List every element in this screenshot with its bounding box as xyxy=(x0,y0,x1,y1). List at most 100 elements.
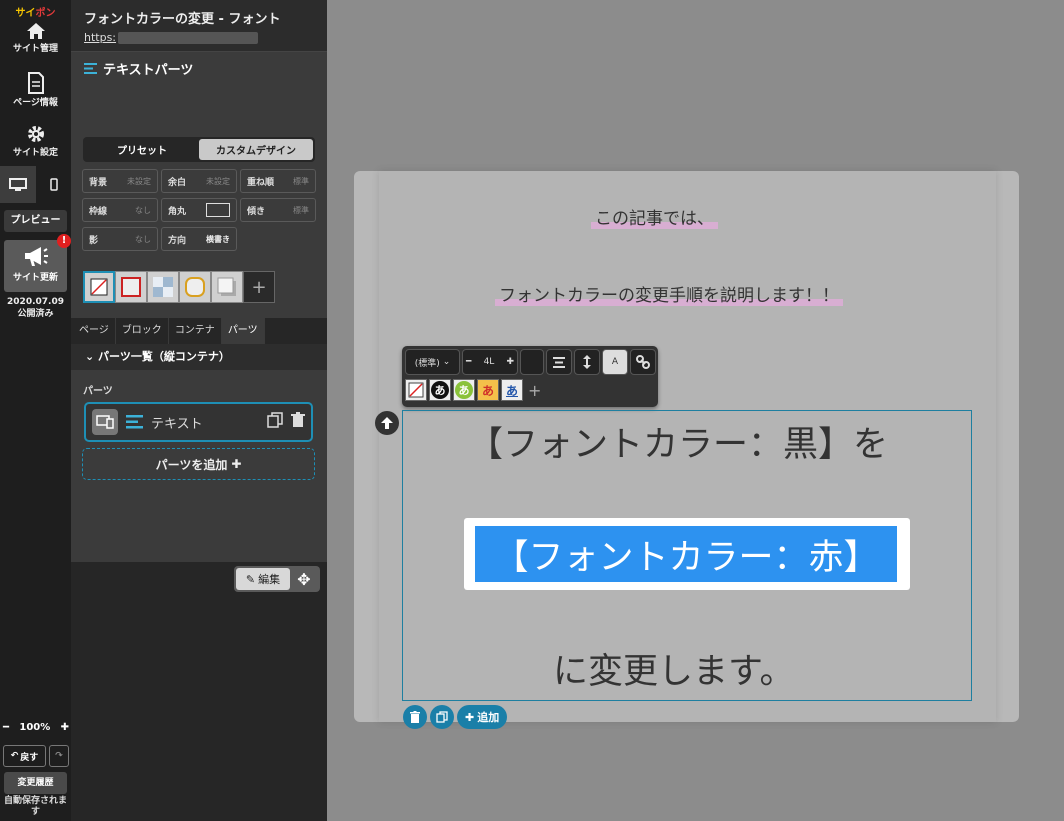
left-rail: サイポン サイト管理 ページ情報 サイト設定 プレビュー ! サイト更新 202… xyxy=(0,0,71,821)
zoom-out-button[interactable]: ━ xyxy=(3,722,9,733)
no-style-icon xyxy=(90,278,108,296)
add-block-button[interactable]: ✚ 追加 xyxy=(457,705,508,729)
app-logo: サイポン xyxy=(15,8,56,19)
round-frame-icon xyxy=(185,277,205,297)
copy-block-button[interactable] xyxy=(430,705,454,729)
move-icon[interactable]: ✥ xyxy=(290,570,318,589)
minus-icon[interactable]: ━ xyxy=(466,357,471,367)
site-admin-button[interactable]: サイト管理 xyxy=(0,22,71,54)
prop-margin[interactable]: 余白 未設定 xyxy=(161,169,237,193)
vertical-spacing-button[interactable] xyxy=(574,349,600,375)
prop-radius[interactable]: 角丸 xyxy=(161,198,237,222)
side-panel: フォントカラーの変更 - フォント https: テキスト パーツ プリセット カ… xyxy=(71,0,327,821)
tab-block[interactable]: ブロック xyxy=(116,318,169,344)
plus-icon: ✚ xyxy=(231,457,242,471)
zoom-in-button[interactable]: ✚ xyxy=(61,722,69,733)
desktop-view-button[interactable] xyxy=(0,166,36,203)
add-style-button[interactable]: + xyxy=(528,381,541,400)
text-line-intro[interactable]: この記事では、 xyxy=(591,204,718,229)
history-button[interactable]: 変更履歴 xyxy=(4,772,67,794)
align-center-button[interactable] xyxy=(546,349,572,375)
radius-preview-icon xyxy=(206,203,230,217)
publish-state: 公開済み xyxy=(17,309,54,319)
underline-glyph: あ xyxy=(505,383,518,398)
autosave-note: 自動保存されます xyxy=(3,796,67,817)
text-change-suffix[interactable]: に変更します。 xyxy=(553,643,795,694)
preview-button[interactable]: プレビュー xyxy=(4,210,67,232)
trash-icon xyxy=(410,711,420,723)
part-item-text[interactable]: テキスト xyxy=(84,402,313,442)
tab-container[interactable]: コンテナ xyxy=(169,318,222,344)
text-style-green[interactable]: あ xyxy=(453,379,475,401)
prop-shadow[interactable]: 影なし xyxy=(82,227,158,251)
zoom-control: ━ 100% ✚ xyxy=(3,722,69,733)
vertical-arrows-icon xyxy=(583,355,591,369)
text-align-icon xyxy=(126,415,143,429)
prop-direction[interactable]: 方向 横書き xyxy=(161,227,237,251)
add-parts-button[interactable]: パーツを追加 ✚ xyxy=(82,448,315,480)
font-size-select[interactable]: (標準) ⌄ xyxy=(405,349,460,375)
line-height-stepper[interactable]: ━ 4L ✚ xyxy=(462,349,518,375)
text-style-marker[interactable]: あ xyxy=(477,379,499,401)
text-style-none[interactable] xyxy=(405,379,427,401)
prop-zorder[interactable]: 重ね順 標準 xyxy=(240,169,316,193)
parts-section-label: パーツ xyxy=(83,386,113,397)
copy-icon[interactable] xyxy=(267,412,283,432)
move-up-button[interactable] xyxy=(375,411,399,435)
delete-block-button[interactable] xyxy=(403,705,427,729)
tab-preset[interactable]: プリセット xyxy=(85,139,199,160)
swatch-blue-check[interactable] xyxy=(147,271,179,303)
undo-redo: ↶ 戻す ↷ xyxy=(3,745,69,767)
add-swatch-button[interactable]: + xyxy=(243,271,275,303)
undo-button[interactable]: ↶ 戻す xyxy=(3,745,46,767)
responsive-icon xyxy=(92,409,118,435)
blue-check-icon xyxy=(153,277,173,297)
swatch-red-border[interactable] xyxy=(115,271,147,303)
link-button[interactable] xyxy=(630,349,656,375)
prop-border[interactable]: 枠線 なし xyxy=(82,198,158,222)
prop-tilt[interactable]: 傾き 標準 xyxy=(240,198,316,222)
publish-status: 2020.07.09 公開済み xyxy=(0,296,71,320)
text-style-outline[interactable]: あ xyxy=(429,379,451,401)
design-mode-switch: プリセット カスタムデザイン xyxy=(83,137,315,162)
pencil-icon: ✎ xyxy=(245,572,256,586)
tab-page[interactable]: ページ xyxy=(73,318,116,344)
parts-list-header[interactable]: ⌄ パーツ一覧（縦コンテナ） xyxy=(71,344,327,370)
page-info-button[interactable]: ページ情報 xyxy=(0,72,71,108)
tab-parts[interactable]: パーツ xyxy=(221,318,265,344)
redo-icon: ↷ xyxy=(55,751,63,761)
page-url[interactable]: https: xyxy=(84,31,327,44)
style-swatches: + xyxy=(83,271,275,303)
url-redacted xyxy=(118,31,259,44)
site-settings-button[interactable]: サイト設定 xyxy=(0,124,71,158)
update-badge: ! xyxy=(57,234,71,248)
site-update-button[interactable]: ! サイト更新 xyxy=(4,234,71,292)
red-frame-icon xyxy=(121,277,141,297)
redo-button[interactable]: ↷ xyxy=(49,745,69,767)
mobile-icon xyxy=(49,178,58,191)
align-center-icon xyxy=(553,356,565,368)
plus-icon: ✚ xyxy=(465,710,475,724)
swatch-none[interactable] xyxy=(83,271,115,303)
color-box-button[interactable] xyxy=(520,349,544,375)
swatch-round-gold[interactable] xyxy=(179,271,211,303)
text-line-description[interactable]: フォントカラーの変更手順を説明します！！ xyxy=(495,281,843,306)
site-update-label: サイト更新 xyxy=(12,273,58,283)
tab-custom-design[interactable]: カスタムデザイン xyxy=(199,139,313,160)
swatch-shadow[interactable] xyxy=(211,271,243,303)
page-title: フォントカラーの変更 - フォント xyxy=(84,12,281,27)
copy-icon xyxy=(436,711,448,723)
text-style-underline[interactable]: あ xyxy=(501,379,523,401)
font-color-button[interactable]: A xyxy=(602,349,628,375)
shadow-frame-icon xyxy=(217,277,236,296)
no-style-icon xyxy=(408,382,424,398)
panel-header: フォントカラーの変更 - フォント https: xyxy=(71,0,327,52)
plus-icon[interactable]: ✚ xyxy=(506,357,514,367)
prop-background[interactable]: 背景 未設定 xyxy=(82,169,158,193)
mobile-view-button[interactable] xyxy=(36,166,71,203)
edit-button[interactable]: ✎ 編集 xyxy=(236,568,290,590)
text-font-black[interactable]: 【フォントカラー：黒】を xyxy=(468,416,888,467)
trash-icon[interactable] xyxy=(291,412,305,432)
home-icon xyxy=(26,23,45,39)
text-font-red-selected[interactable]: 【フォントカラー：赤】 xyxy=(475,526,897,582)
